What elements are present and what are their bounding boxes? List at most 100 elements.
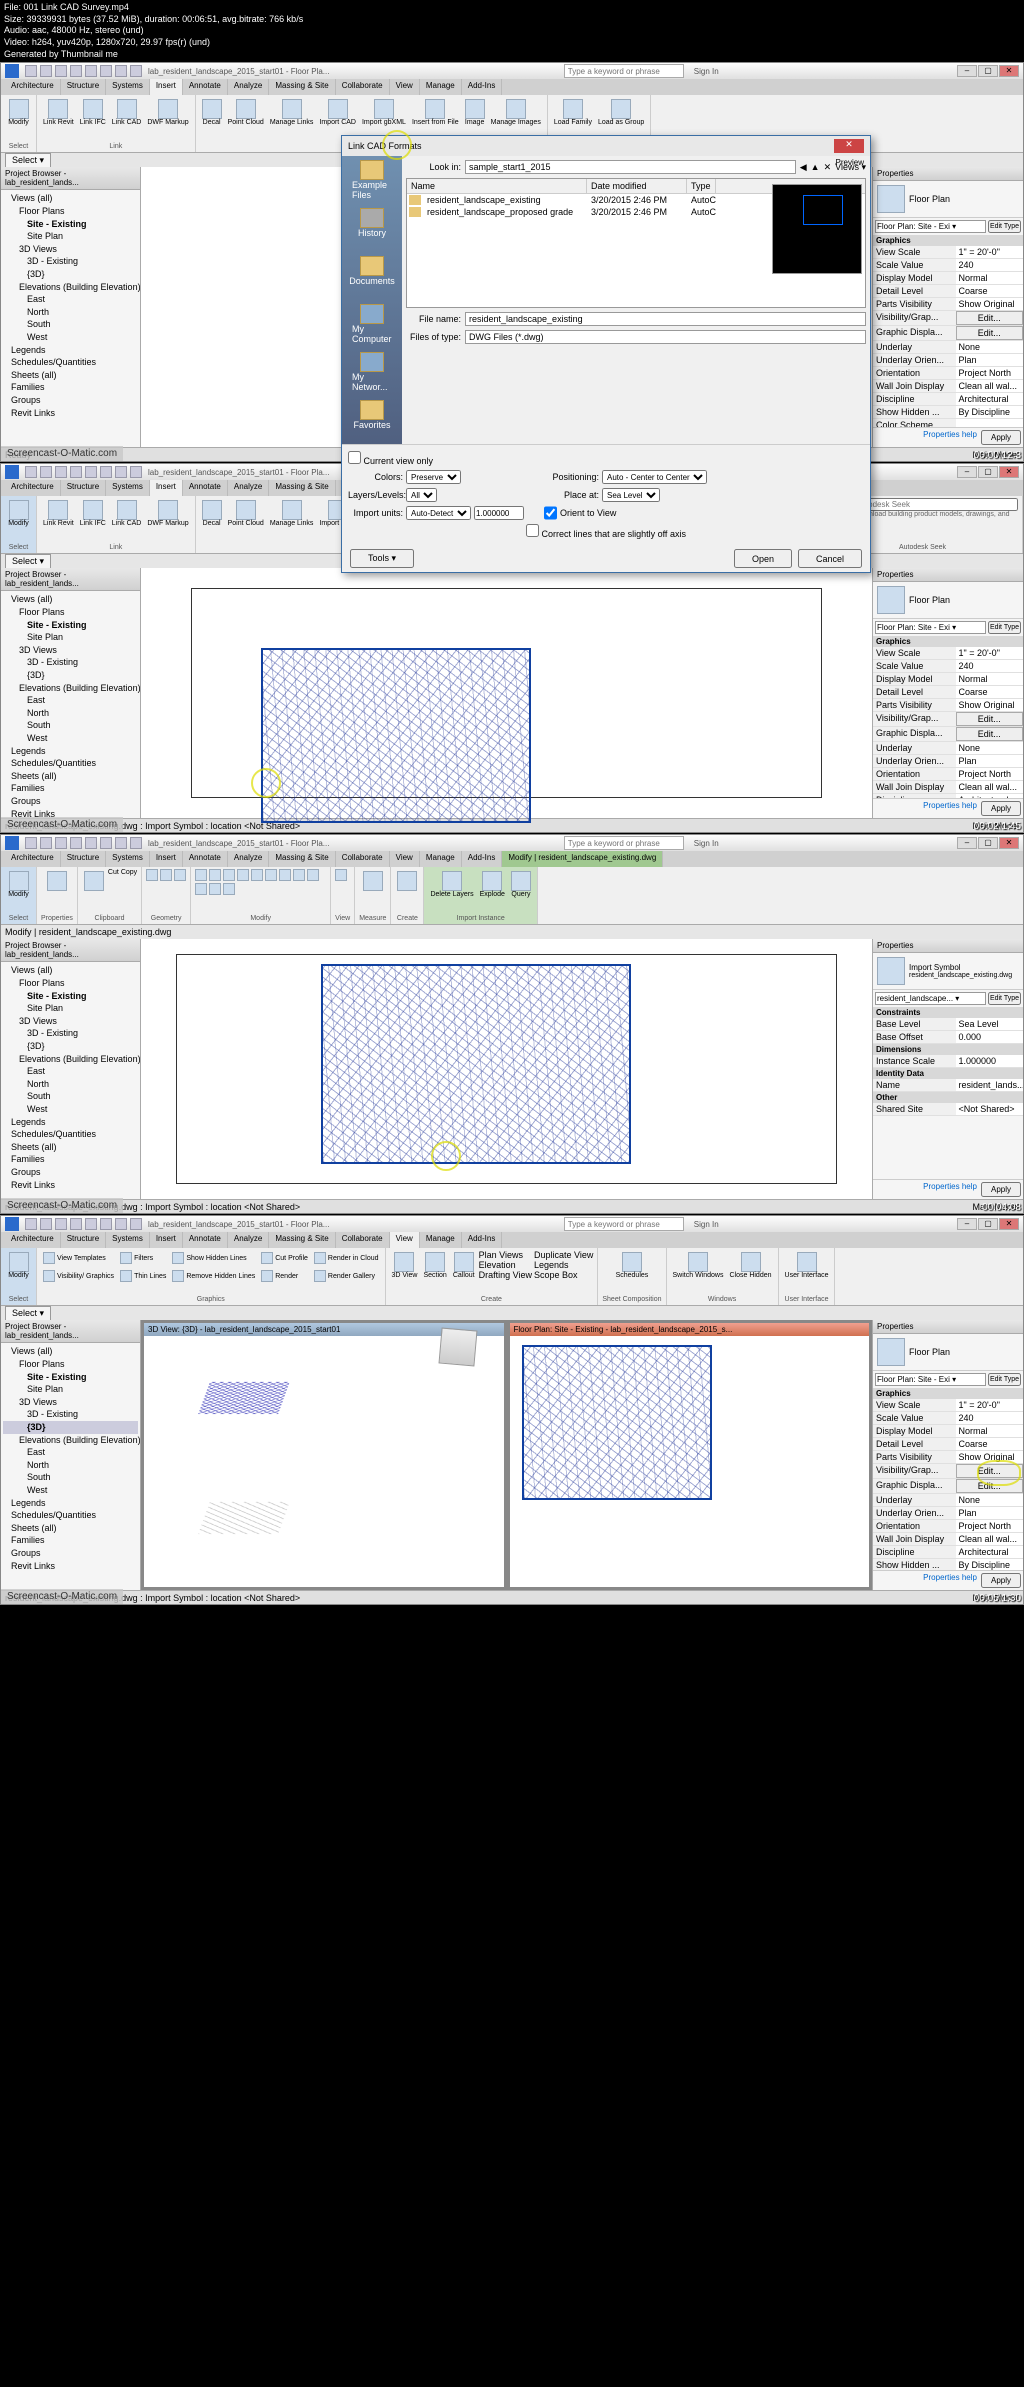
project-tree[interactable]: Views (all)Floor PlansSite - ExistingSit… bbox=[1, 591, 140, 818]
sidebar-examples[interactable]: Example Files bbox=[352, 160, 392, 200]
sidebar-favorites[interactable]: Favorites bbox=[352, 400, 392, 440]
units-select[interactable]: Auto-Detect bbox=[406, 506, 471, 520]
up-icon[interactable]: ▲ bbox=[811, 162, 820, 172]
copy-button[interactable]: Copy bbox=[121, 869, 137, 893]
tab-view[interactable]: View bbox=[390, 1232, 420, 1248]
select-dropdown[interactable]: Select ▾ bbox=[5, 153, 51, 168]
callout-button[interactable]: Callout bbox=[451, 1250, 477, 1281]
load-group-button[interactable]: Load as Group bbox=[596, 97, 646, 128]
help-search-input[interactable] bbox=[564, 64, 684, 78]
tab-insert[interactable]: Insert bbox=[150, 480, 183, 496]
schedules-button[interactable]: Schedules bbox=[602, 1250, 661, 1281]
tab-manage[interactable]: Manage bbox=[420, 79, 462, 95]
col-type[interactable]: Type bbox=[687, 179, 716, 193]
properties-help-link[interactable]: Properties help bbox=[923, 430, 977, 445]
tree-sheets[interactable]: Sheets (all) bbox=[3, 369, 138, 382]
tab-collaborate[interactable]: Collaborate bbox=[336, 1232, 390, 1248]
visibility-button[interactable]: Visibility/ Graphics bbox=[41, 1268, 116, 1284]
tab-view[interactable]: View bbox=[390, 79, 420, 95]
tab-addins[interactable]: Add-Ins bbox=[462, 79, 503, 95]
modify-tool-icon[interactable] bbox=[307, 869, 319, 881]
tab-systems[interactable]: Systems bbox=[106, 79, 150, 95]
type-selector[interactable]: Floor Plan: Site - Exi ▾ bbox=[875, 1373, 986, 1386]
tab-analyze[interactable]: Analyze bbox=[228, 79, 269, 95]
tab-massing[interactable]: Massing & Site bbox=[269, 79, 335, 95]
section-button[interactable]: Section bbox=[421, 1250, 448, 1281]
colors-select[interactable]: Preserve bbox=[406, 470, 461, 484]
decal-button[interactable]: Decal bbox=[200, 97, 224, 128]
sidebar-history[interactable]: History bbox=[352, 208, 392, 248]
close-hidden-button[interactable]: Close Hidden bbox=[727, 1250, 773, 1281]
tab-annotate[interactable]: Annotate bbox=[183, 79, 228, 95]
sidebar-network[interactable]: My Networ... bbox=[352, 352, 392, 392]
create-button[interactable] bbox=[395, 869, 419, 893]
tree-north[interactable]: North bbox=[3, 306, 138, 319]
view-tool-icon[interactable] bbox=[335, 869, 347, 881]
tree-schedules[interactable]: Schedules/Quantities bbox=[3, 356, 138, 369]
quick-access-toolbar[interactable] bbox=[25, 65, 142, 77]
tree-families[interactable]: Families bbox=[3, 381, 138, 394]
apply-button[interactable]: Apply bbox=[981, 1573, 1021, 1588]
tab-addins[interactable]: Add-Ins bbox=[462, 851, 503, 867]
modify-button[interactable]: Modify bbox=[5, 869, 32, 900]
point-cloud-button[interactable]: Point Cloud bbox=[226, 97, 266, 128]
load-family-button[interactable]: Load Family bbox=[552, 97, 594, 128]
sign-in-link[interactable]: Sign In bbox=[690, 1220, 723, 1229]
plan-views-button[interactable]: Plan Views bbox=[479, 1250, 532, 1260]
tab-analyze[interactable]: Analyze bbox=[228, 480, 269, 496]
link-ifc-button[interactable]: Link IFC bbox=[78, 97, 108, 128]
tab-systems[interactable]: Systems bbox=[106, 480, 150, 496]
tab-analyze[interactable]: Analyze bbox=[228, 851, 269, 867]
type-selector[interactable]: Floor Plan: Site - Exi ▾ bbox=[875, 220, 986, 233]
tree-west[interactable]: West bbox=[3, 331, 138, 344]
tab-massing[interactable]: Massing & Site bbox=[269, 1232, 335, 1248]
modify-tool-icon[interactable] bbox=[195, 883, 207, 895]
modify-button[interactable]: Modify bbox=[5, 1250, 32, 1281]
import-gbxml-button[interactable]: Import gbXML bbox=[360, 97, 408, 128]
drawing-canvas[interactable] bbox=[141, 939, 873, 1199]
project-tree[interactable]: Views (all)Floor PlansSite - ExistingSit… bbox=[1, 962, 140, 1199]
tree-floorplans[interactable]: Floor Plans bbox=[3, 205, 138, 218]
modify-tool-icon[interactable] bbox=[209, 869, 221, 881]
tree-south[interactable]: South bbox=[3, 318, 138, 331]
type-selector[interactable]: Floor Plan: Site - Exi ▾ bbox=[875, 621, 986, 634]
tab-architecture[interactable]: Architecture bbox=[5, 480, 61, 496]
apply-button[interactable]: Apply bbox=[981, 801, 1021, 816]
place-select[interactable]: Sea Level bbox=[602, 488, 660, 502]
units-scale-input[interactable] bbox=[474, 506, 524, 520]
tab-modify-context[interactable]: Modify | resident_landscape_existing.dwg bbox=[502, 851, 663, 867]
tab-addins[interactable]: Add-Ins bbox=[462, 1232, 503, 1248]
tab-insert[interactable]: Insert bbox=[150, 79, 183, 95]
modify-tool-icon[interactable] bbox=[279, 869, 291, 881]
properties-grid[interactable]: GraphicsView Scale1" = 20'-0"Scale Value… bbox=[873, 235, 1023, 427]
tab-structure[interactable]: Structure bbox=[61, 851, 106, 867]
tab-annotate[interactable]: Annotate bbox=[183, 480, 228, 496]
project-tree[interactable]: Views (all)Floor PlansSite - ExistingSit… bbox=[1, 1343, 140, 1590]
elevation-button[interactable]: Elevation bbox=[479, 1260, 532, 1270]
render-gallery-button[interactable]: Render Gallery bbox=[312, 1268, 381, 1284]
query-button[interactable]: Query bbox=[509, 869, 533, 900]
remove-hidden-button[interactable]: Remove Hidden Lines bbox=[170, 1268, 257, 1284]
properties-help-link[interactable]: Properties help bbox=[923, 801, 977, 816]
link-ifc-button[interactable]: Link IFC bbox=[78, 498, 108, 529]
explode-button[interactable]: Explode bbox=[478, 869, 507, 900]
modify-tool-icon[interactable] bbox=[209, 883, 221, 895]
select-dropdown[interactable]: Select ▾ bbox=[5, 554, 51, 569]
properties-help-link[interactable]: Properties help bbox=[923, 1182, 977, 1197]
sign-in-link[interactable]: Sign In bbox=[690, 67, 723, 76]
edit-type-button[interactable]: Edit Type bbox=[988, 621, 1021, 634]
3d-view-pane[interactable]: 3D View: {3D} - lab_resident_landscape_2… bbox=[143, 1322, 505, 1588]
maximize-button[interactable]: ▢ bbox=[978, 1218, 998, 1230]
tab-insert[interactable]: Insert bbox=[150, 1232, 183, 1248]
tools-button[interactable]: Tools ▾ bbox=[350, 549, 414, 568]
legends-button[interactable]: Legends bbox=[534, 1260, 593, 1270]
tab-view[interactable]: View bbox=[390, 851, 420, 867]
3d-mesh[interactable] bbox=[198, 1382, 290, 1414]
filetype-field[interactable]: DWG Files (*.dwg) bbox=[465, 330, 866, 344]
apply-button[interactable]: Apply bbox=[981, 430, 1021, 445]
drafting-view-button[interactable]: Drafting View bbox=[479, 1270, 532, 1280]
tab-massing[interactable]: Massing & Site bbox=[269, 480, 335, 496]
view-templates-button[interactable]: View Templates bbox=[41, 1250, 116, 1266]
open-button[interactable]: Open bbox=[734, 549, 792, 568]
filters-button[interactable]: Filters bbox=[118, 1250, 168, 1266]
